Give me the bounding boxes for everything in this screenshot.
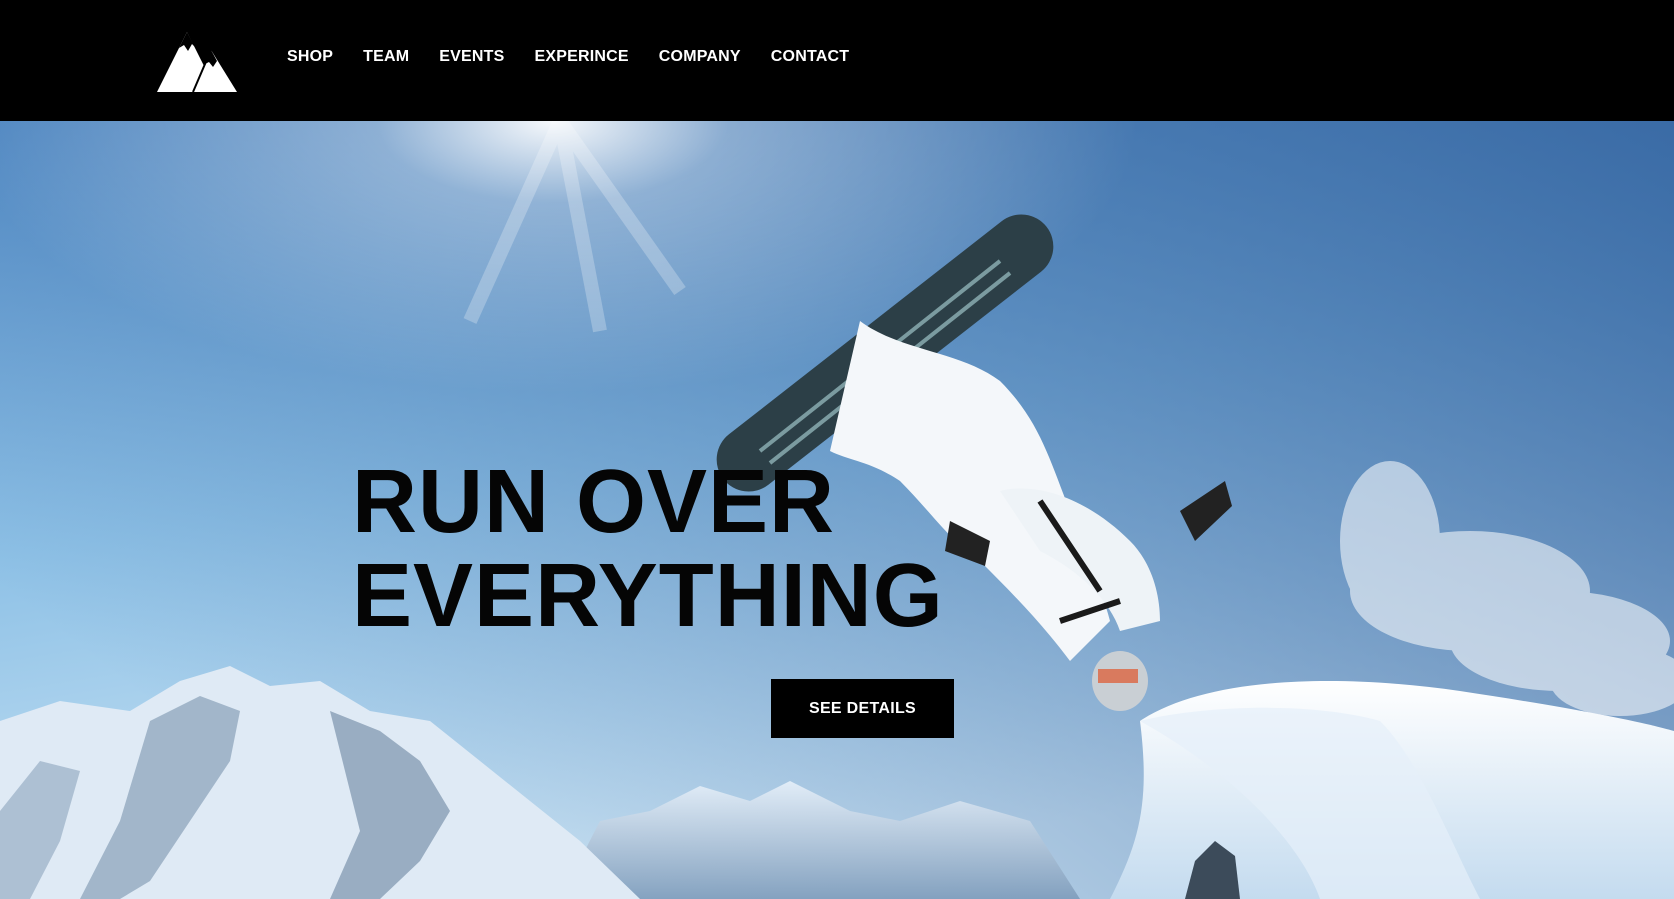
- top-navigation-bar: SHOP TEAM EVENTS EXPERINCE COMPANY CONTA…: [0, 0, 1674, 121]
- nav-item-team[interactable]: TEAM: [363, 48, 409, 66]
- nav-item-experience[interactable]: EXPERINCE: [535, 48, 629, 66]
- nav-item-shop[interactable]: SHOP: [287, 48, 333, 66]
- nav-item-contact[interactable]: CONTACT: [771, 48, 849, 66]
- hero-headline-line-2: EVERYTHING: [352, 546, 944, 646]
- nav-item-company[interactable]: COMPANY: [659, 48, 741, 66]
- hero-headline-line-1: RUN OVER: [352, 452, 836, 552]
- main-nav: SHOP TEAM EVENTS EXPERINCE COMPANY CONTA…: [287, 48, 879, 66]
- hero-section: RUN OVER EVERYTHING SEE DETAILS: [0, 121, 1674, 899]
- see-details-button[interactable]: SEE DETAILS: [771, 679, 954, 738]
- mountain-logo-icon[interactable]: [157, 30, 237, 92]
- nav-item-events[interactable]: EVENTS: [439, 48, 504, 66]
- hero-headline: RUN OVER EVERYTHING: [352, 455, 944, 643]
